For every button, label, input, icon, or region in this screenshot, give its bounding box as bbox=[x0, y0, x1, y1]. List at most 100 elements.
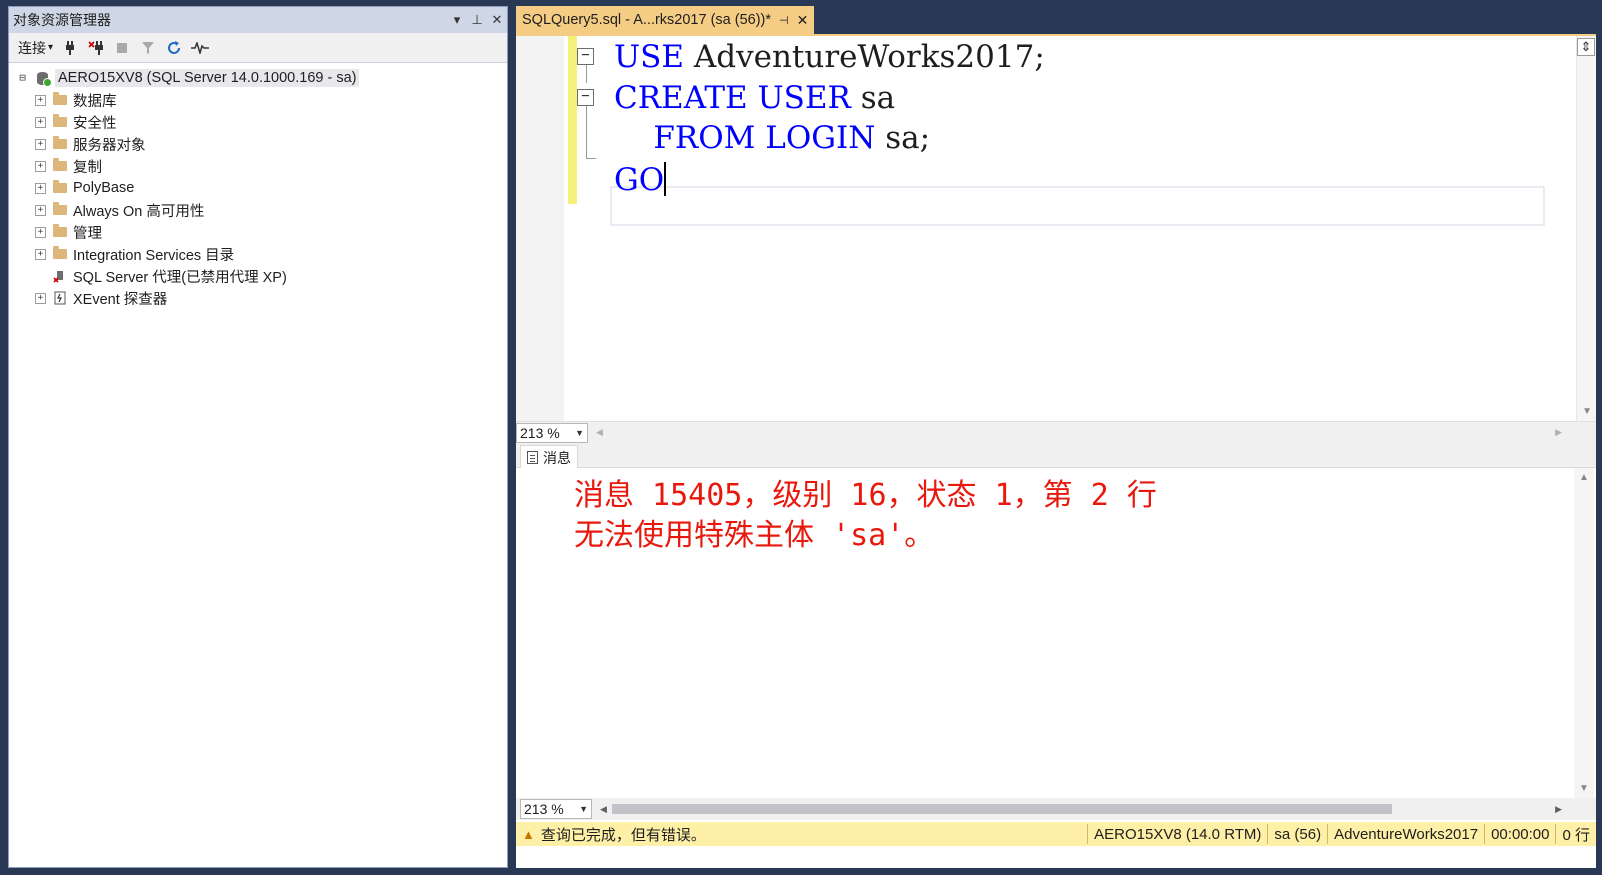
tab-messages[interactable]: 消息 bbox=[520, 445, 578, 469]
results-zoom-bar: 213 % ▼ ◀ ▶ bbox=[516, 798, 1596, 820]
tree-node[interactable]: + 服务器对象 bbox=[9, 133, 507, 155]
sql-agent-icon bbox=[52, 269, 68, 283]
folder-icon bbox=[52, 202, 68, 217]
expand-icon[interactable]: + bbox=[35, 94, 46, 106]
folder-icon bbox=[52, 224, 68, 239]
connect-label: 连接 bbox=[18, 39, 46, 56]
scroll-left-icon[interactable]: ◀ bbox=[600, 804, 607, 815]
close-panel-icon[interactable]: ✕ bbox=[487, 12, 507, 28]
warning-icon: ▲ bbox=[522, 826, 535, 842]
xevent-icon bbox=[52, 291, 68, 305]
status-server: AERO15XV8 (14.0 RTM) bbox=[1087, 824, 1267, 844]
code-text: sa; bbox=[875, 120, 931, 156]
tree-node-server[interactable]: ⊟ AERO15XV8 (SQL Server 14.0.1000.169 - … bbox=[9, 67, 507, 89]
tab-label: 消息 bbox=[543, 449, 571, 466]
scroll-down-icon[interactable]: ▼ bbox=[1579, 783, 1589, 794]
object-explorer-panel: 对象资源管理器 ▾ ⊥ ✕ 连接 ▾ ⊟ AERO15XV8 (SQL Serv… bbox=[8, 6, 508, 868]
tree-node-label: PolyBase bbox=[73, 180, 135, 196]
zoom-value: 213 % bbox=[520, 424, 560, 441]
tree-node-label: 复制 bbox=[73, 159, 102, 176]
scroll-right-icon[interactable]: ▶ bbox=[1555, 804, 1562, 815]
expand-icon[interactable]: + bbox=[35, 248, 46, 260]
expand-icon[interactable]: + bbox=[35, 116, 46, 128]
tree-node[interactable]: SQL Server 代理(已禁用代理 XP) bbox=[9, 265, 507, 287]
fold-end bbox=[586, 158, 596, 159]
tree-node[interactable]: + Always On 高可用性 bbox=[9, 199, 507, 221]
split-window-icon[interactable]: ⇕ bbox=[1577, 38, 1595, 56]
code-line-3: FROM LOGIN sa; bbox=[614, 120, 930, 156]
scroll-up-icon[interactable]: ▲ bbox=[1579, 472, 1589, 483]
tree-node-label: Always On 高可用性 bbox=[73, 203, 205, 220]
editor-zoom-bar: 213 % ▼ ◀ ▶ bbox=[516, 421, 1596, 443]
object-explorer-title: 对象资源管理器 bbox=[13, 12, 111, 28]
tree-node-label: AERO15XV8 (SQL Server 14.0.1000.169 - sa… bbox=[55, 69, 360, 87]
messages-pane[interactable]: 消息 15405，级别 16，状态 1，第 2 行 无法使用特殊主体 'sa'。… bbox=[516, 468, 1596, 798]
window-position-dropdown-icon[interactable]: ▾ bbox=[447, 12, 467, 28]
keyword-use: USE bbox=[614, 39, 684, 75]
chevron-down-icon: ▼ bbox=[575, 427, 584, 438]
expand-icon[interactable]: + bbox=[35, 292, 46, 304]
tree-node[interactable]: + PolyBase bbox=[9, 177, 507, 199]
chevron-down-icon: ▾ bbox=[48, 42, 54, 53]
tree-node-label: 安全性 bbox=[73, 115, 117, 132]
collapse-icon[interactable]: ⊟ bbox=[17, 72, 28, 84]
zoom-select-results[interactable]: 213 % ▼ bbox=[520, 799, 592, 819]
chevron-down-icon: ▼ bbox=[579, 804, 588, 814]
folder-icon bbox=[52, 114, 68, 129]
folder-icon bbox=[52, 158, 68, 173]
current-line-highlight bbox=[610, 186, 1545, 226]
scroll-right-icon[interactable]: ▶ bbox=[1555, 427, 1562, 438]
tree-node[interactable]: + 复制 bbox=[9, 155, 507, 177]
expand-icon[interactable]: + bbox=[35, 160, 46, 172]
keyword-go: GO bbox=[614, 162, 665, 198]
tree-node-label: Integration Services 目录 bbox=[73, 247, 235, 264]
expand-icon[interactable]: + bbox=[35, 204, 46, 216]
code-editor[interactable]: − − USE AdventureWorks2017; CREATE USER … bbox=[516, 36, 1596, 421]
folder-icon bbox=[52, 246, 68, 261]
object-explorer-tree: ⊟ AERO15XV8 (SQL Server 14.0.1000.169 - … bbox=[9, 63, 507, 309]
tree-node-label: SQL Server 代理(已禁用代理 XP) bbox=[73, 269, 287, 286]
object-explorer-toolbar: 连接 ▾ bbox=[9, 33, 507, 63]
scroll-left-icon[interactable]: ◀ bbox=[596, 427, 603, 438]
tree-node[interactable]: + XEvent 探查器 bbox=[9, 287, 507, 309]
tab-title: SQLQuery5.sql - A...rks2017 (sa (56))* bbox=[522, 12, 772, 28]
tab-sqlquery5[interactable]: SQLQuery5.sql - A...rks2017 (sa (56))* ⊣… bbox=[516, 6, 815, 34]
zoom-select-editor[interactable]: 213 % ▼ bbox=[516, 422, 588, 443]
close-tab-icon[interactable]: ✕ bbox=[797, 12, 809, 29]
results-tab-bar: 消息 bbox=[516, 443, 1596, 469]
fold-collapse-icon[interactable]: − bbox=[577, 89, 594, 106]
tree-node[interactable]: + 安全性 bbox=[9, 111, 507, 133]
connect-button[interactable]: 连接 ▾ bbox=[15, 36, 56, 60]
editor-vertical-scrollbar[interactable]: ⇕ ▼ bbox=[1576, 36, 1596, 421]
tree-node[interactable]: + 管理 bbox=[9, 221, 507, 243]
messages-vertical-scrollbar[interactable]: ▲ ▼ bbox=[1574, 468, 1594, 798]
editor-gutter bbox=[516, 36, 564, 421]
status-rows: 0 行 bbox=[1555, 824, 1596, 844]
server-connected-icon bbox=[34, 71, 52, 87]
change-tracking-bar bbox=[568, 36, 577, 204]
stop-icon[interactable] bbox=[110, 36, 134, 60]
error-message-line: 无法使用特殊主体 'sa'。 bbox=[574, 518, 935, 553]
activity-monitor-icon[interactable] bbox=[188, 36, 212, 60]
connect-plug-icon[interactable] bbox=[58, 36, 82, 60]
pin-tab-icon[interactable]: ⊣ bbox=[779, 14, 789, 27]
filter-icon[interactable] bbox=[136, 36, 160, 60]
tree-node[interactable]: + 数据库 bbox=[9, 89, 507, 111]
zoom-value: 213 % bbox=[524, 801, 564, 817]
tree-node[interactable]: + Integration Services 目录 bbox=[9, 243, 507, 265]
expand-icon[interactable]: + bbox=[35, 226, 46, 238]
fold-guide bbox=[586, 106, 587, 158]
fold-collapse-icon[interactable]: − bbox=[577, 48, 594, 65]
disconnect-icon[interactable] bbox=[84, 36, 108, 60]
code-text: sa bbox=[850, 80, 896, 116]
horizontal-scroll-thumb[interactable] bbox=[612, 804, 1392, 814]
expand-icon[interactable]: + bbox=[35, 182, 46, 194]
scroll-down-icon[interactable]: ▼ bbox=[1582, 406, 1592, 417]
auto-hide-pin-icon[interactable]: ⊥ bbox=[467, 12, 487, 28]
messages-icon bbox=[527, 451, 538, 464]
code-line-2: CREATE USER sa bbox=[614, 80, 895, 116]
refresh-icon[interactable] bbox=[162, 36, 186, 60]
expand-icon[interactable]: + bbox=[35, 138, 46, 150]
status-database: AdventureWorks2017 bbox=[1327, 824, 1484, 844]
